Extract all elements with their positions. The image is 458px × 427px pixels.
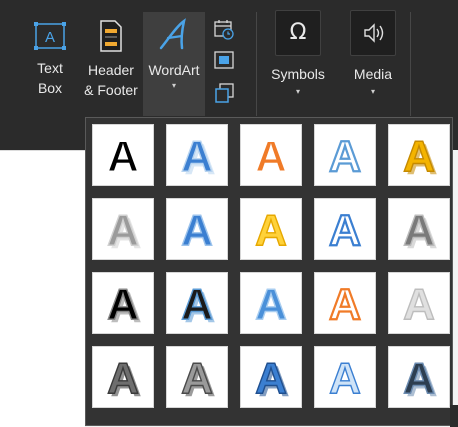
wordart-letter-icon: A [106, 131, 139, 181]
ribbon-separator [256, 12, 257, 116]
wordart-style-2-3[interactable]: A [240, 198, 302, 260]
wordart-letter-icon: AA [180, 131, 215, 184]
wordart-letter-icon: AA [180, 279, 215, 332]
wordart-letter: A [181, 206, 213, 255]
wordart-letter: A [329, 280, 361, 329]
wordart-letter: A [403, 354, 435, 403]
text-box-label-line2: Box [37, 80, 63, 96]
media-label: Media [353, 66, 393, 82]
wordart-style-2-1[interactable]: AA [92, 198, 154, 260]
wordart-letter: A [403, 206, 435, 255]
wordart-letter-icon: A [254, 131, 287, 181]
wordart-style-1-5[interactable]: AA [388, 124, 450, 186]
wordart-letter-icon: AA [254, 353, 289, 406]
wordart-letter-icon: AA [106, 205, 141, 258]
symbols-dropdown-caret: ▾ [295, 87, 300, 96]
header-footer-button[interactable]: Header & Footer [79, 14, 143, 114]
wordart-style-3-1[interactable]: AA [92, 272, 154, 334]
header-footer-label-line1: Header [88, 62, 134, 78]
wordart-style-1-3[interactable]: A [240, 124, 302, 186]
wordart-dropdown-caret: ▾ [171, 81, 176, 90]
wordart-style-4-3[interactable]: AA [240, 346, 302, 408]
wordart-style-1-4[interactable]: A [314, 124, 376, 186]
wordart-letter: A [255, 280, 287, 329]
symbols-icon-box: Ω [275, 10, 321, 56]
wordart-letter: A [403, 132, 435, 181]
wordart-button[interactable]: WordArt ▾ [143, 12, 205, 116]
wordart-letter-icon: A [328, 205, 362, 256]
wordart-letter: A [181, 280, 213, 329]
symbols-label: Symbols [271, 66, 325, 82]
wordart-style-3-4[interactable]: A [314, 272, 376, 334]
wordart-letter: A [255, 206, 287, 255]
window-edge [450, 405, 458, 427]
app-window: A Text Box Header & Footer WordArt ▾ Ω S… [0, 0, 458, 427]
text-box-icon: A [34, 22, 66, 50]
date-time-icon[interactable] [213, 18, 235, 40]
svg-text:A: A [45, 29, 55, 46]
wordart-style-4-1[interactable]: AA [92, 346, 154, 408]
wordart-style-3-3[interactable]: A [240, 272, 302, 334]
wordart-letter: A [255, 132, 287, 181]
wordart-letter-icon: A [180, 205, 213, 255]
header-footer-icon [100, 20, 122, 52]
text-box-button[interactable]: A Text Box [24, 14, 76, 114]
wordart-letter: A [403, 280, 435, 329]
wordart-label: WordArt [148, 62, 200, 78]
wordart-letter: A [107, 354, 139, 403]
wordart-style-3-5[interactable]: A [388, 272, 450, 334]
text-box-label-line1: Text [37, 60, 63, 76]
wordart-style-1-1[interactable]: A [92, 124, 154, 186]
symbols-button[interactable]: Ω Symbols ▾ [266, 10, 330, 106]
wordart-style-4-5[interactable]: AA [388, 346, 450, 408]
wordart-letter-icon: AA [106, 353, 141, 406]
speaker-icon [364, 23, 384, 43]
wordart-style-2-5[interactable]: AA [388, 198, 450, 260]
wordart-letter-icon: A [328, 353, 361, 403]
wordart-letter-icon: AA [180, 353, 215, 406]
wordart-letter-icon: AA [402, 131, 437, 184]
wordart-letter: A [329, 206, 361, 255]
wordart-letter-icon: A [402, 279, 435, 329]
wordart-style-2-4[interactable]: A [314, 198, 376, 260]
wordart-letter: A [107, 132, 139, 181]
wordart-letter-icon: A [254, 279, 287, 329]
wordart-letter: A [107, 280, 139, 329]
wordart-letter: A [329, 132, 361, 181]
wordart-letter: A [255, 354, 287, 403]
wordart-letter-icon: AA [402, 353, 437, 406]
omega-icon: Ω [289, 20, 307, 45]
wordart-letter: A [181, 132, 213, 181]
wordart-letter: A [329, 354, 361, 403]
wordart-letter-icon: A [328, 279, 362, 330]
wordart-letter-icon: AA [106, 279, 141, 332]
wordart-gallery-dropdown: AAAAAAAAAAAAAAAAAAAAAAAAAAAAAA [85, 117, 453, 426]
document-canvas [0, 150, 85, 427]
media-icon-box [350, 10, 396, 56]
object-icon[interactable] [213, 49, 235, 71]
wordart-letter-icon: AA [402, 205, 437, 258]
ribbon-separator [410, 12, 411, 116]
wordart-letter-icon: A [254, 205, 287, 255]
wordart-style-2-2[interactable]: A [166, 198, 228, 260]
header-footer-label-line2: & Footer [84, 82, 138, 98]
wordart-letter: A [181, 354, 213, 403]
wordart-icon [159, 18, 186, 50]
wordart-style-4-4[interactable]: A [314, 346, 376, 408]
wordart-style-4-2[interactable]: AA [166, 346, 228, 408]
media-button[interactable]: Media ▾ [341, 10, 405, 106]
wordart-style-3-2[interactable]: AA [166, 272, 228, 334]
layers-icon[interactable] [213, 82, 235, 104]
wordart-letter-icon: A [328, 131, 362, 182]
wordart-style-1-2[interactable]: AA [166, 124, 228, 186]
media-dropdown-caret: ▾ [370, 87, 375, 96]
wordart-letter: A [107, 206, 139, 255]
